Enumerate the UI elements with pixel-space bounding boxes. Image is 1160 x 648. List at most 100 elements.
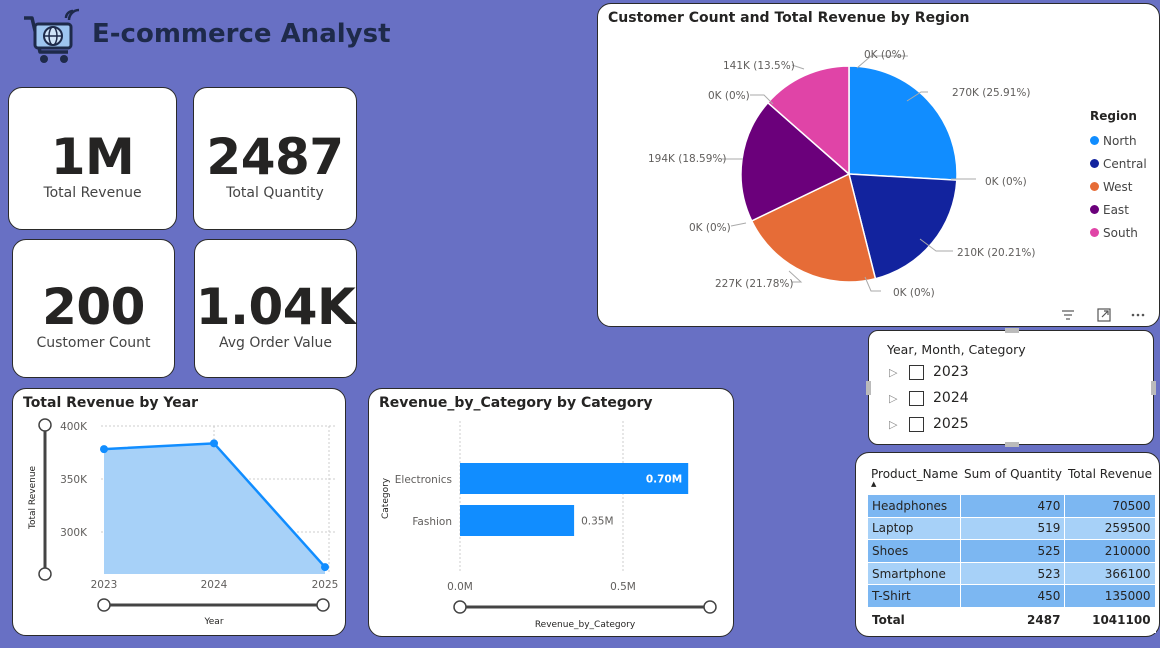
x-tick-label: 2023 xyxy=(91,579,118,591)
product-table-card[interactable]: Product_Name ▲ Sum of Quantity Total Rev… xyxy=(855,452,1160,637)
table-cell: 2487 xyxy=(960,606,1066,633)
y-zoom-slider-handle xyxy=(38,567,52,581)
data-label: 141K (13.5%) xyxy=(723,60,795,72)
data-label: 0K (0%) xyxy=(864,49,906,61)
kpi-card-total-quantity[interactable]: 2487 Total Quantity xyxy=(193,87,357,230)
legend-marker xyxy=(1090,228,1099,237)
x-zoom-slider-handle xyxy=(453,600,467,614)
legend-marker xyxy=(1090,136,1099,145)
legend-item-central[interactable]: Central xyxy=(1090,152,1147,175)
y-zoom-slider-handle xyxy=(38,418,52,432)
resize-handle[interactable] xyxy=(1005,328,1019,333)
table-row[interactable]: Laptop 519 259500 xyxy=(868,517,1156,541)
table-cell: 210000 xyxy=(1064,539,1156,563)
slicer-item-2025[interactable]: ▷ 2025 xyxy=(889,414,969,434)
table-cell: 70500 xyxy=(1064,495,1156,518)
legend-marker xyxy=(1090,159,1099,168)
slicer-item-label: 2024 xyxy=(933,390,969,406)
data-label: 210K (20.21%) xyxy=(957,247,1036,259)
revenue-by-year-area-chart[interactable]: 400K 350K 300K 2023 2024 2025 Total Reve… xyxy=(13,389,347,637)
kpi-value: 1M xyxy=(50,128,135,186)
data-point[interactable] xyxy=(210,439,218,448)
table-cell: Total xyxy=(868,606,962,633)
year-month-category-slicer[interactable]: Year, Month, Category ▷ 2023 ▷ 2024 ▷ 20… xyxy=(866,328,1156,447)
table-cell: Shoes xyxy=(868,539,962,563)
table-row[interactable]: Shoes 525 210000 xyxy=(868,539,1156,563)
resize-handle[interactable] xyxy=(1151,381,1156,395)
resize-handle[interactable] xyxy=(866,381,871,395)
table-cell: Smartphone xyxy=(868,562,962,586)
checkbox[interactable] xyxy=(909,364,924,380)
kpi-value: 1.04K xyxy=(195,278,356,336)
y-axis-title: Category xyxy=(381,477,391,519)
slicer-item-2024[interactable]: ▷ 2024 xyxy=(889,388,969,408)
x-tick-label: 2025 xyxy=(312,579,339,591)
checkbox[interactable] xyxy=(909,416,924,432)
data-point[interactable] xyxy=(100,445,108,454)
table-row[interactable]: Smartphone 523 366100 xyxy=(868,562,1156,586)
bar-fashion[interactable] xyxy=(460,505,575,536)
expand-chevron-icon[interactable]: ▷ xyxy=(889,418,909,431)
category-label: Fashion xyxy=(412,516,452,528)
legend-label: West xyxy=(1103,179,1133,194)
revenue-by-category-chart-card[interactable]: Revenue_by_Category by Category 0.70M 0.3… xyxy=(368,388,734,637)
kpi-card-customer-count[interactable]: 200 Customer Count xyxy=(12,239,175,378)
resize-handle[interactable] xyxy=(1005,442,1019,447)
expand-chevron-icon[interactable]: ▷ xyxy=(889,392,909,405)
x-tick-label: 2024 xyxy=(201,579,228,591)
legend-label: South xyxy=(1103,225,1138,240)
kpi-label: Avg Order Value xyxy=(218,335,333,351)
table-cell: 525 xyxy=(960,539,1066,563)
sort-ascending-icon[interactable]: ▲ xyxy=(871,480,876,488)
slicer-item-2023[interactable]: ▷ 2023 xyxy=(889,362,969,382)
y-tick-label: 400K xyxy=(60,421,88,433)
checkbox[interactable] xyxy=(909,390,924,406)
app-logo xyxy=(22,8,84,66)
table-cell: Headphones xyxy=(868,495,962,518)
revenue-by-category-bar-chart[interactable]: 0.70M 0.35M Electronics Fashion 0.0M 0.5M… xyxy=(369,389,735,638)
legend-label: Central xyxy=(1103,156,1147,171)
filter-icon[interactable] xyxy=(1060,307,1076,323)
table-cell: 135000 xyxy=(1064,584,1156,608)
table-cell: 366100 xyxy=(1064,562,1156,586)
x-axis-title: Year xyxy=(203,617,223,627)
x-tick-label: 0.5M xyxy=(610,581,636,593)
legend-item-north[interactable]: North xyxy=(1090,129,1147,152)
kpi-label: Customer Count xyxy=(36,335,151,351)
data-label: 194K (18.59%) xyxy=(648,153,727,165)
table-row[interactable]: Headphones 470 70500 xyxy=(868,495,1156,518)
table-cell: 1041100 xyxy=(1064,606,1156,633)
table-cell: T-Shirt xyxy=(868,584,962,608)
legend-item-south[interactable]: South xyxy=(1090,221,1147,244)
legend-item-east[interactable]: East xyxy=(1090,198,1147,221)
product-table: Product_Name ▲ Sum of Quantity Total Rev… xyxy=(868,467,1156,633)
table-total-row: Total 2487 1041100 xyxy=(868,606,1156,633)
kpi-value: 200 xyxy=(42,278,145,336)
column-header-sum-of-quantity[interactable]: Sum of Quantity xyxy=(961,467,1065,495)
focus-mode-icon[interactable] xyxy=(1096,307,1112,323)
legend-label: North xyxy=(1103,133,1137,148)
region-pie-chart-card[interactable]: Customer Count and Total Revenue by Regi… xyxy=(597,3,1160,327)
revenue-by-year-chart-card[interactable]: Total Revenue by Year 400K 350K 300K 202… xyxy=(12,388,346,636)
kpi-label: Total Quantity xyxy=(226,185,324,201)
column-header-total-revenue[interactable]: Total Revenue xyxy=(1065,467,1155,495)
column-header-product-name[interactable]: Product_Name ▲ xyxy=(868,467,961,495)
more-options-icon[interactable] xyxy=(1130,307,1146,323)
kpi-card-total-revenue[interactable]: 1M Total Revenue xyxy=(8,87,177,230)
slicer-title: Year, Month, Category xyxy=(887,342,1026,357)
expand-chevron-icon[interactable]: ▷ xyxy=(889,366,909,379)
kpi-card-avg-order-value[interactable]: 1.04K Avg Order Value xyxy=(194,239,357,378)
region-pie-chart[interactable]: 0K (0%) 270K (25.91%) 0K (0%) 210K (20.2… xyxy=(598,4,1160,328)
legend-label: East xyxy=(1103,202,1129,217)
table-row[interactable]: T-Shirt 450 135000 xyxy=(868,584,1156,608)
data-label: 0K (0%) xyxy=(689,222,731,234)
data-point[interactable] xyxy=(321,563,329,572)
shopping-cart-globe-icon xyxy=(24,8,80,63)
slicer-item-label: 2025 xyxy=(933,416,969,432)
legend-item-west[interactable]: West xyxy=(1090,175,1147,198)
x-zoom-slider-handle xyxy=(97,598,111,612)
data-label: 227K (21.78%) xyxy=(715,278,794,290)
pie-slice-north[interactable] xyxy=(848,65,958,181)
data-label: 0.70M xyxy=(646,474,682,486)
legend-marker xyxy=(1090,182,1099,191)
